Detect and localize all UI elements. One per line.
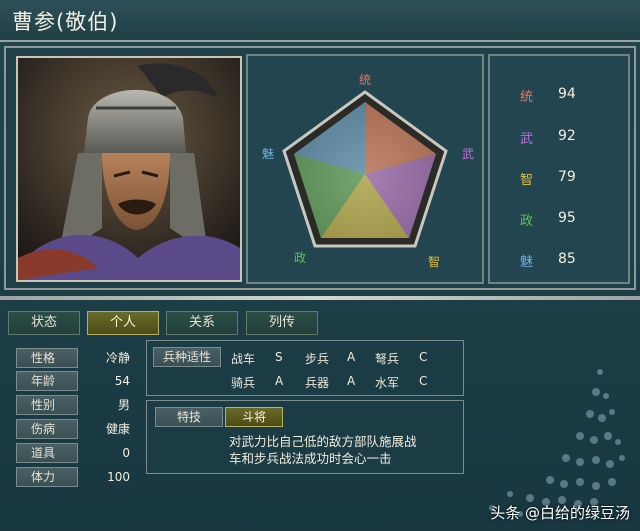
info-row-stamina: 体力 100 xyxy=(6,467,132,488)
skill-box: 特技 斗将 对武力比自己低的敌方部队施展战 车和步兵战法成功时会心一击 xyxy=(146,400,464,474)
troop-name: 战车 xyxy=(231,352,256,366)
title-bar: 曹参(敬伯) xyxy=(0,0,640,42)
stat-value: 94 xyxy=(558,86,576,102)
info-label: 道具 xyxy=(16,443,78,463)
tab-relations[interactable]: 关系 xyxy=(166,311,238,335)
stat-row-charisma: 魅 85 xyxy=(490,249,630,273)
info-row-age: 年龄 54 xyxy=(6,371,132,392)
troop-name: 弩兵 xyxy=(375,352,400,366)
info-value: 健康 xyxy=(105,422,130,436)
skill-description-line: 车和步兵战法成功时会心一击 xyxy=(229,451,392,466)
info-value: 100 xyxy=(107,470,130,484)
info-row-personality: 性格 冷静 xyxy=(6,348,132,369)
stats-list: 统 94 武 92 智 79 政 95 魅 85 xyxy=(488,54,630,284)
tab-biography[interactable]: 列传 xyxy=(246,311,318,335)
section-divider xyxy=(0,296,640,300)
stat-label: 魅 xyxy=(520,255,534,270)
info-value: 冷静 xyxy=(105,351,130,365)
stat-label: 政 xyxy=(520,214,534,229)
stat-label: 武 xyxy=(520,132,534,147)
troop-grade: A xyxy=(347,350,356,364)
skill-label: 特技 xyxy=(155,407,223,427)
stat-label: 统 xyxy=(520,90,534,105)
troop-name: 水军 xyxy=(375,376,400,390)
troop-aptitude-box: 兵种适性 战车 S 步兵 A 弩兵 C 骑兵 A 兵器 A 水军 C xyxy=(146,340,464,396)
troop-name: 步兵 xyxy=(305,352,330,366)
info-label: 性别 xyxy=(16,395,78,415)
skill-name-badge[interactable]: 斗将 xyxy=(225,407,283,427)
radar-label-bottom-left: 政 xyxy=(294,251,306,265)
troop-name: 兵器 xyxy=(305,376,330,390)
troop-grade: A xyxy=(347,374,356,388)
info-value: 男 xyxy=(117,398,130,412)
stat-row-leadership: 统 94 xyxy=(490,84,630,108)
character-name-title: 曹参(敬伯) xyxy=(12,10,119,34)
info-row-gender: 性别 男 xyxy=(6,395,132,416)
info-row-items: 道具 0 xyxy=(6,443,132,464)
troop-grade: S xyxy=(275,350,283,364)
stat-value: 79 xyxy=(558,169,576,185)
troop-name: 骑兵 xyxy=(231,376,256,390)
radar-label-bottom-right: 智 xyxy=(428,254,440,269)
stats-radar-chart: 统 武 智 政 魅 xyxy=(246,54,484,284)
stat-label: 智 xyxy=(520,173,534,188)
tab-personal[interactable]: 个人 xyxy=(87,311,159,335)
info-value: 0 xyxy=(122,446,130,460)
stat-value: 85 xyxy=(558,251,576,267)
snowflake-tree-decoration xyxy=(489,369,625,517)
tab-status[interactable]: 状态 xyxy=(8,311,80,335)
watermark: 头条 @白给的绿豆汤 xyxy=(490,504,630,522)
skill-description-line: 对武力比自己低的敌方部队施展战 xyxy=(229,434,417,449)
character-info-window: 曹参(敬伯) 统 武 智 政 魅 统 94 武 92 智 79 政 95 魅 8… xyxy=(0,0,640,531)
character-portrait xyxy=(16,56,242,282)
troop-grade: A xyxy=(275,374,284,388)
info-label: 年龄 xyxy=(16,371,78,391)
info-label: 伤病 xyxy=(16,419,78,439)
troop-grade: C xyxy=(419,350,428,364)
info-label: 性格 xyxy=(16,348,78,368)
info-label: 体力 xyxy=(16,467,78,487)
stat-row-intelligence: 智 79 xyxy=(490,167,630,191)
stat-value: 95 xyxy=(558,210,576,226)
radar-label-top: 统 xyxy=(359,73,371,87)
stat-row-war: 武 92 xyxy=(490,126,630,150)
stat-row-politics: 政 95 xyxy=(490,208,630,232)
radar-label-left: 魅 xyxy=(262,146,274,161)
profile-panel: 统 武 智 政 魅 统 94 武 92 智 79 政 95 魅 85 xyxy=(4,46,636,290)
skill-description: 对武力比自己低的敌方部队施展战 车和步兵战法成功时会心一击 xyxy=(229,433,461,467)
radar-label-right: 武 xyxy=(462,147,474,161)
troop-grade: C xyxy=(419,374,428,388)
info-row-injury: 伤病 健康 xyxy=(6,419,132,440)
personal-info-table: 性格 冷静 年龄 54 性别 男 伤病 健康 道具 0 体力 100 xyxy=(6,340,130,490)
info-value: 54 xyxy=(114,374,130,388)
troop-aptitude-label: 兵种适性 xyxy=(153,347,221,367)
stat-value: 92 xyxy=(558,128,576,144)
